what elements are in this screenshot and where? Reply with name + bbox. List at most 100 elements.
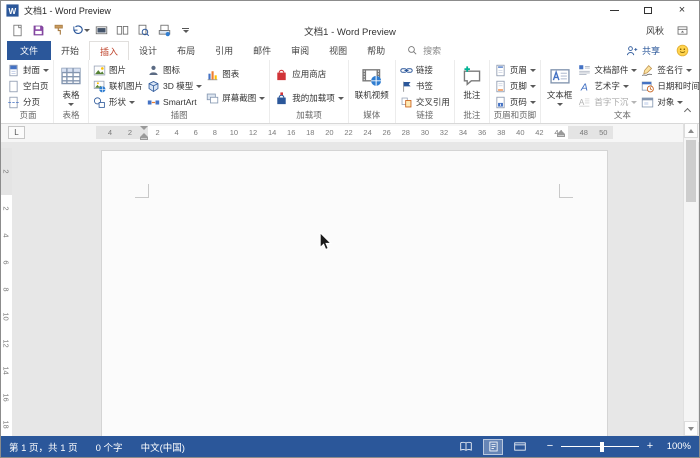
hanging-indent-marker[interactable] (140, 133, 148, 140)
wordart-button[interactable]: A 艺术字 (577, 79, 638, 94)
document-area[interactable]: 2 2 4 6 8 10 12 14 16 18 (1, 142, 699, 436)
tab-stop-selector[interactable]: L (8, 126, 25, 139)
3d-models-button[interactable]: 3D 模型 (146, 79, 203, 94)
zoom-slider[interactable] (561, 441, 639, 452)
dropdown-caret-icon (622, 84, 629, 88)
print-preview-edit-button[interactable] (154, 22, 175, 40)
zoom-out-button[interactable]: − (545, 441, 555, 452)
tab-home[interactable]: 开始 (51, 41, 89, 60)
first-line-indent-marker[interactable] (140, 126, 148, 130)
undo-button[interactable] (70, 22, 91, 40)
shapes-button[interactable]: 形状 (92, 95, 144, 110)
screenshot-button[interactable]: 屏幕截图 (205, 91, 266, 106)
page-break-button[interactable]: 分页 (6, 95, 50, 110)
read-mode-button[interactable] (456, 439, 476, 455)
text-box-button[interactable]: 文本框 (544, 62, 576, 106)
header-label: 页眉 (509, 65, 527, 75)
tell-me-search-box[interactable]: 搜索 (407, 41, 441, 60)
web-layout-button[interactable] (510, 439, 530, 455)
vertical-ruler[interactable]: 2 2 4 6 8 10 12 14 16 18 (1, 148, 12, 436)
tab-review[interactable]: 审阅 (281, 41, 319, 60)
date-time-icon (642, 81, 655, 92)
link-button[interactable]: 链接 (399, 63, 451, 78)
scroll-up-button[interactable] (684, 123, 698, 138)
format-painter-icon (54, 24, 63, 35)
drop-cap-button[interactable]: A 首字下沉 (577, 95, 638, 110)
tab-references[interactable]: 引用 (205, 41, 243, 60)
new-document-button[interactable] (7, 22, 28, 40)
print-preview-button[interactable] (133, 22, 154, 40)
tab-file[interactable]: 文件 (7, 41, 52, 60)
language-indicator[interactable]: 中文(中国) (141, 440, 185, 454)
zoom-slider-thumb[interactable] (600, 441, 604, 452)
bookmark-flag-icon (403, 81, 411, 92)
print-preview-edit-icon (158, 24, 171, 37)
object-icon (642, 97, 654, 107)
format-painter-button[interactable] (49, 22, 70, 40)
word-count[interactable]: 0 个字 (96, 440, 123, 454)
online-pictures-button[interactable]: 联机图片 (92, 79, 144, 94)
zoom-in-button[interactable]: + (645, 441, 655, 452)
minimize-button[interactable] (597, 1, 631, 20)
date-time-button[interactable]: 日期和时间 (640, 79, 700, 94)
maximize-button[interactable] (631, 1, 665, 20)
group-label-addins: 加载项 (296, 110, 322, 120)
group-header-footer: 页眉 页脚 页码 页眉和页脚 (490, 60, 541, 123)
cross-reference-button[interactable]: 交叉引用 (399, 95, 451, 110)
tab-design[interactable]: 设计 (129, 41, 167, 60)
zoom-level[interactable]: 100% (661, 441, 691, 452)
tab-insert[interactable]: 插入 (89, 41, 130, 60)
horizontal-ruler[interactable]: 42 2 4 6 8 10 12 14 16 18 20 22 24 26 28 30 32 34 36 38 40 4… (96, 126, 613, 139)
chart-button[interactable]: 图表 (205, 67, 266, 82)
online-video-button[interactable]: 联机视频 (352, 62, 392, 101)
tab-help[interactable]: 帮助 (357, 41, 395, 60)
footer-button[interactable]: 页脚 (493, 79, 537, 94)
ribbon-display-options-icon[interactable] (676, 24, 689, 37)
collapse-ribbon-button[interactable] (683, 107, 691, 116)
my-addins-label: 我的加载项 (292, 93, 335, 103)
header-button[interactable]: 页眉 (493, 63, 537, 78)
page-break-label: 分页 (23, 97, 41, 107)
print-preview-icon (138, 24, 150, 37)
touch-mouse-mode-button[interactable] (91, 22, 112, 40)
tab-view[interactable]: 视图 (319, 41, 357, 60)
print-layout-button[interactable] (483, 438, 503, 455)
3d-models-label: 3D 模型 (163, 81, 194, 91)
smartart-button[interactable]: SmartArt (146, 95, 203, 110)
customize-bar-icon (182, 28, 189, 29)
close-button[interactable]: × (665, 1, 699, 20)
object-button[interactable]: 对象 (640, 95, 700, 110)
page-break-icon (8, 96, 19, 108)
save-button[interactable] (28, 22, 49, 40)
page-number-button[interactable]: 页码 (493, 95, 537, 110)
my-addins-button[interactable]: 我的加载项 (273, 91, 345, 106)
share-button[interactable]: 共享 (626, 44, 660, 57)
vertical-scrollbar[interactable] (683, 123, 698, 436)
quick-parts-button[interactable]: 文档部件 (577, 63, 638, 78)
tab-layout[interactable]: 布局 (167, 41, 205, 60)
feedback-smiley-icon[interactable] (676, 44, 689, 57)
page-indicator[interactable]: 第 1 页，共 1 页 (9, 440, 78, 454)
pictures-button[interactable]: 图片 (92, 63, 144, 78)
blank-page-button[interactable]: 空白页 (6, 79, 50, 94)
right-indent-marker[interactable] (557, 130, 565, 137)
scroll-down-button[interactable] (684, 421, 698, 436)
bookmark-button[interactable]: 书签 (399, 79, 451, 94)
store-button[interactable]: 应用商店 (273, 67, 345, 82)
signed-in-user[interactable]: 风秋 (646, 24, 664, 37)
document-page[interactable] (101, 150, 608, 436)
cover-page-button[interactable]: 封面 (6, 63, 50, 78)
group-media: 联机视频 媒体 (349, 60, 396, 123)
comment-button[interactable]: 批注 (458, 62, 486, 101)
signature-line-button[interactable]: 签名行 (640, 63, 700, 78)
smartart-icon (147, 99, 160, 105)
multiple-pages-button[interactable] (112, 22, 133, 40)
link-label: 链接 (415, 65, 433, 75)
tab-mailings[interactable]: 邮件 (243, 41, 281, 60)
scrollbar-thumb[interactable] (686, 140, 696, 202)
table-button[interactable]: 表格 (57, 62, 85, 106)
icons-button[interactable]: 图标 (146, 63, 203, 78)
pictures-label: 图片 (109, 65, 127, 75)
customize-quick-access-toolbar-button[interactable] (175, 22, 196, 40)
dropdown-caret-icon (68, 103, 75, 106)
